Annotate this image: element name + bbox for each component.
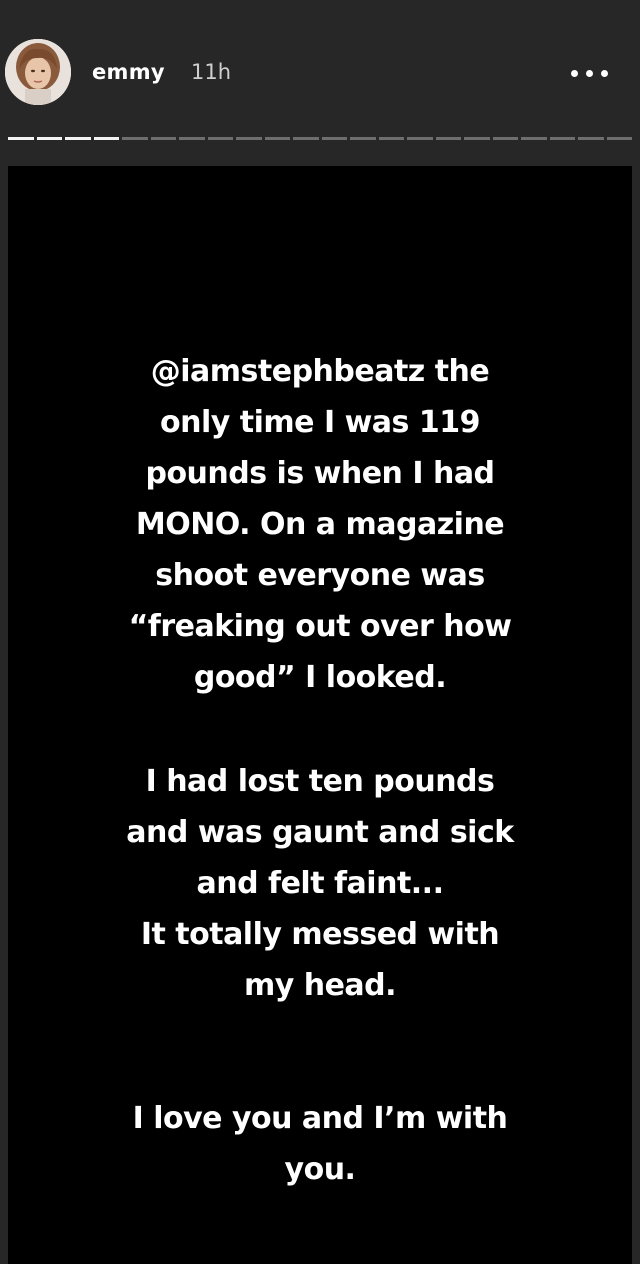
progress-segment: [122, 137, 148, 140]
story-content[interactable]: @iamstephbeatz the only time I was 119 p…: [8, 166, 632, 1264]
progress-segment: [207, 137, 233, 140]
progress-segment: [8, 137, 34, 140]
story-header: emmy 11h: [0, 0, 640, 166]
progress-segment: [435, 137, 461, 140]
progress-segment: [521, 137, 547, 140]
avatar-photo: [5, 39, 71, 105]
progress-segment: [407, 137, 433, 140]
story-text-paragraph: I love you and I’m with you.: [132, 1101, 508, 1187]
timestamp: 11h: [191, 60, 232, 84]
progress-segment: [464, 137, 490, 140]
story-progress-bar: [8, 137, 632, 140]
username[interactable]: emmy: [92, 60, 165, 84]
avatar[interactable]: [5, 39, 71, 105]
more-options-icon: [600, 69, 608, 77]
more-options-icon: [570, 69, 578, 77]
progress-segment: [36, 137, 62, 140]
story-viewer[interactable]: emmy 11h @iamstephbeatz the only time I …: [0, 0, 640, 1264]
progress-segment: [350, 137, 376, 140]
story-text-paragraph: I had lost ten pounds and was gaunt and …: [126, 764, 514, 1003]
progress-segment: [578, 137, 604, 140]
more-options-icon: [585, 69, 593, 77]
progress-segment: [378, 137, 404, 140]
progress-segment: [264, 137, 290, 140]
progress-segment: [606, 137, 632, 140]
progress-segment: [179, 137, 205, 140]
progress-segment: [321, 137, 347, 140]
progress-segment: [65, 137, 91, 140]
progress-segment: [150, 137, 176, 140]
progress-segment: [236, 137, 262, 140]
progress-segment: [293, 137, 319, 140]
story-text-paragraph: @iamstephbeatz the only time I was 119 p…: [128, 354, 512, 695]
progress-segment: [492, 137, 518, 140]
more-options-button[interactable]: [560, 58, 618, 88]
progress-segment: [93, 137, 119, 140]
progress-segment: [549, 137, 575, 140]
